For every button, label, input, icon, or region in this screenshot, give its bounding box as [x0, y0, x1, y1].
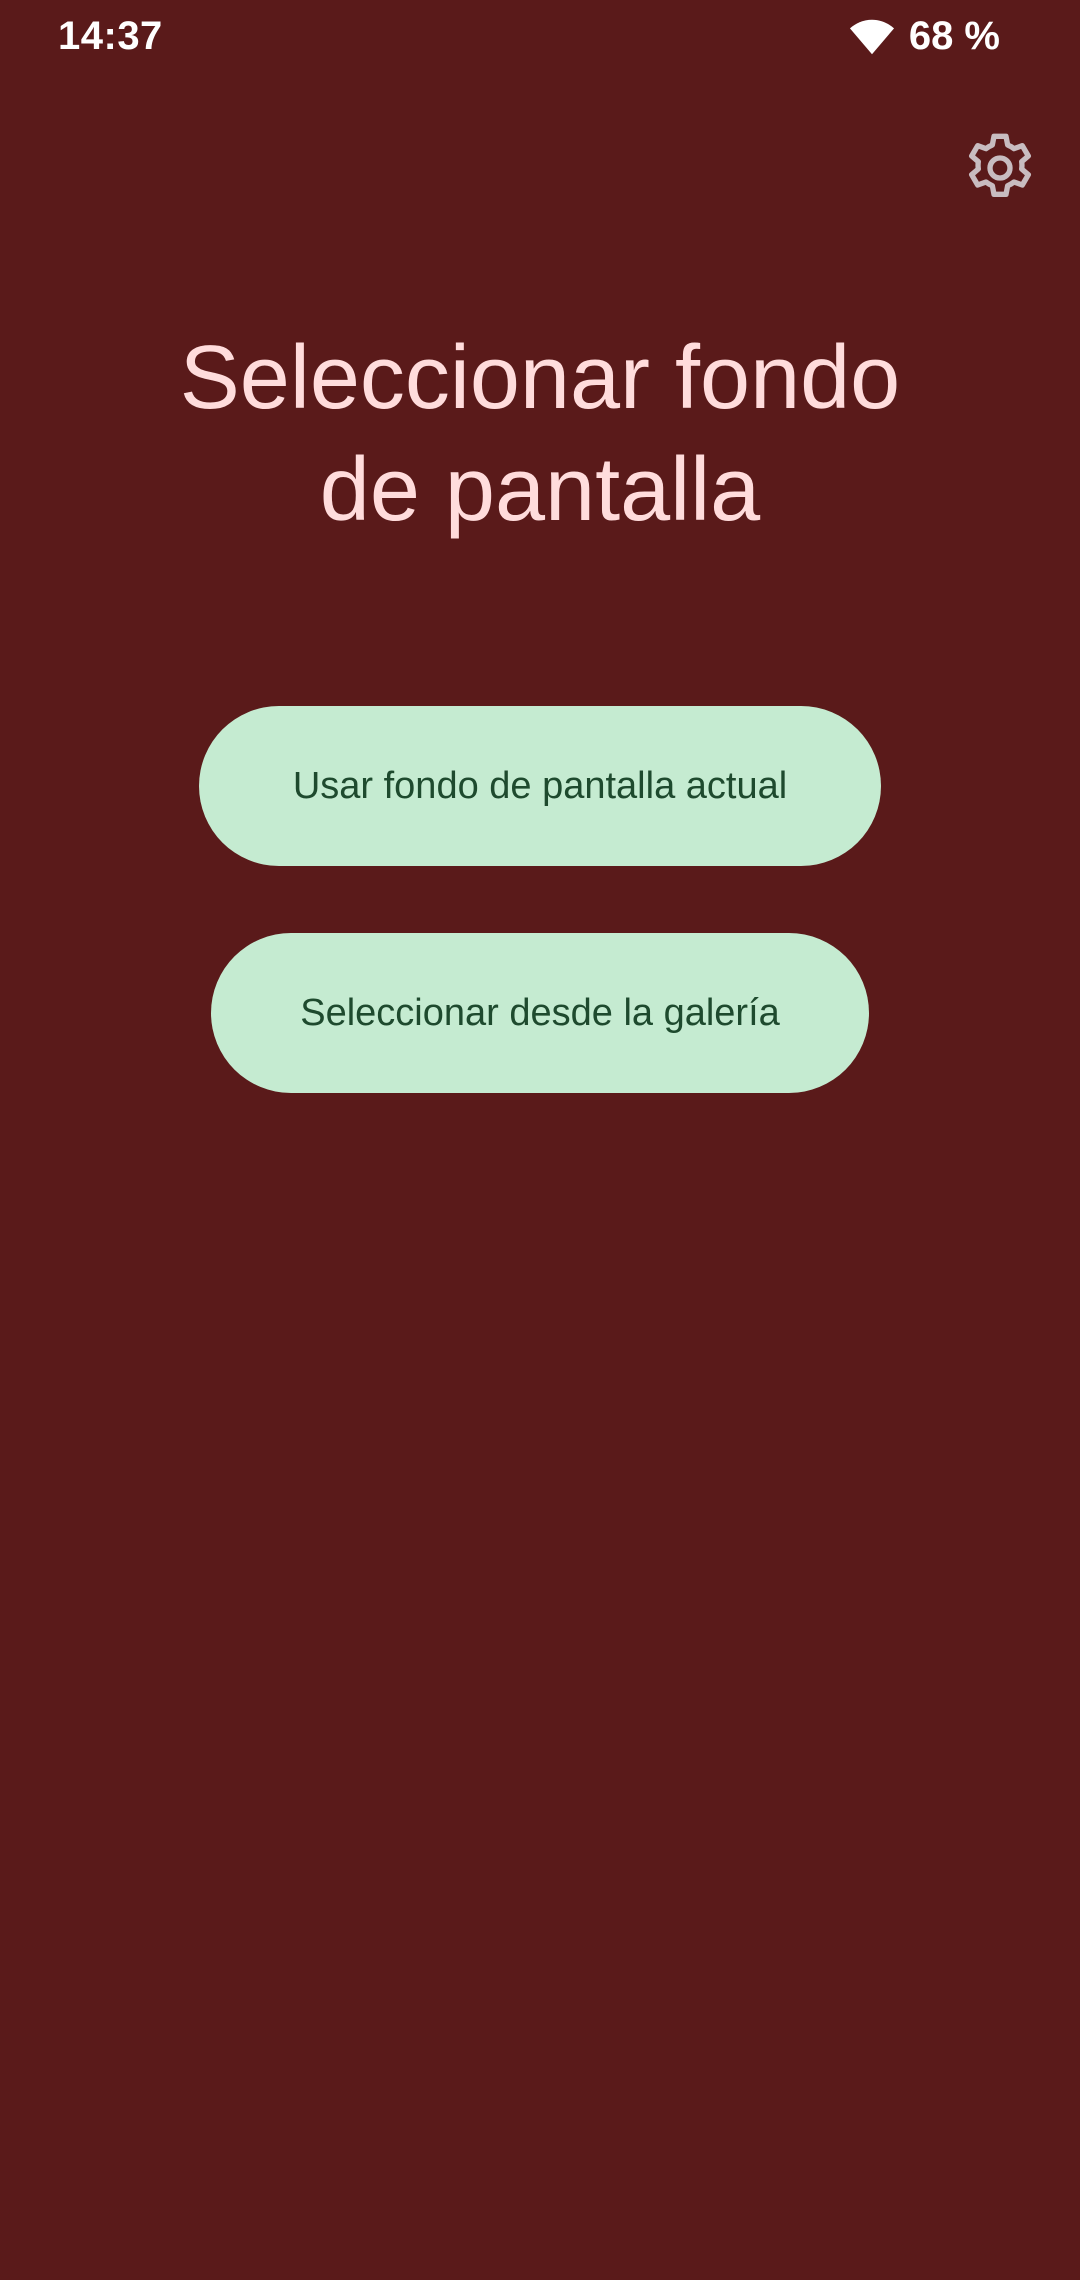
wifi-icon: [849, 17, 895, 57]
battery-percentage: 68 %: [908, 14, 1000, 58]
page-title-line-2: de pantalla: [319, 440, 761, 540]
use-current-wallpaper-button[interactable]: Usar fondo de pantalla actual: [199, 706, 881, 866]
status-indicators: 68 %: [849, 14, 1000, 59]
page-title-line-1: Seleccionar fondo: [179, 328, 901, 428]
gear-icon: [960, 128, 1040, 213]
select-from-gallery-button[interactable]: Seleccionar desde la galería: [211, 933, 869, 1093]
status-bar: 14:37 68 %: [0, 0, 1080, 80]
settings-button[interactable]: [956, 126, 1044, 214]
status-time: 14:37: [58, 14, 163, 58]
page-title: Seleccionar fondo de pantalla: [120, 322, 960, 546]
wallpaper-picker-screen: 14:37 68 % Seleccionar fondo de pantalla…: [0, 0, 1080, 2280]
